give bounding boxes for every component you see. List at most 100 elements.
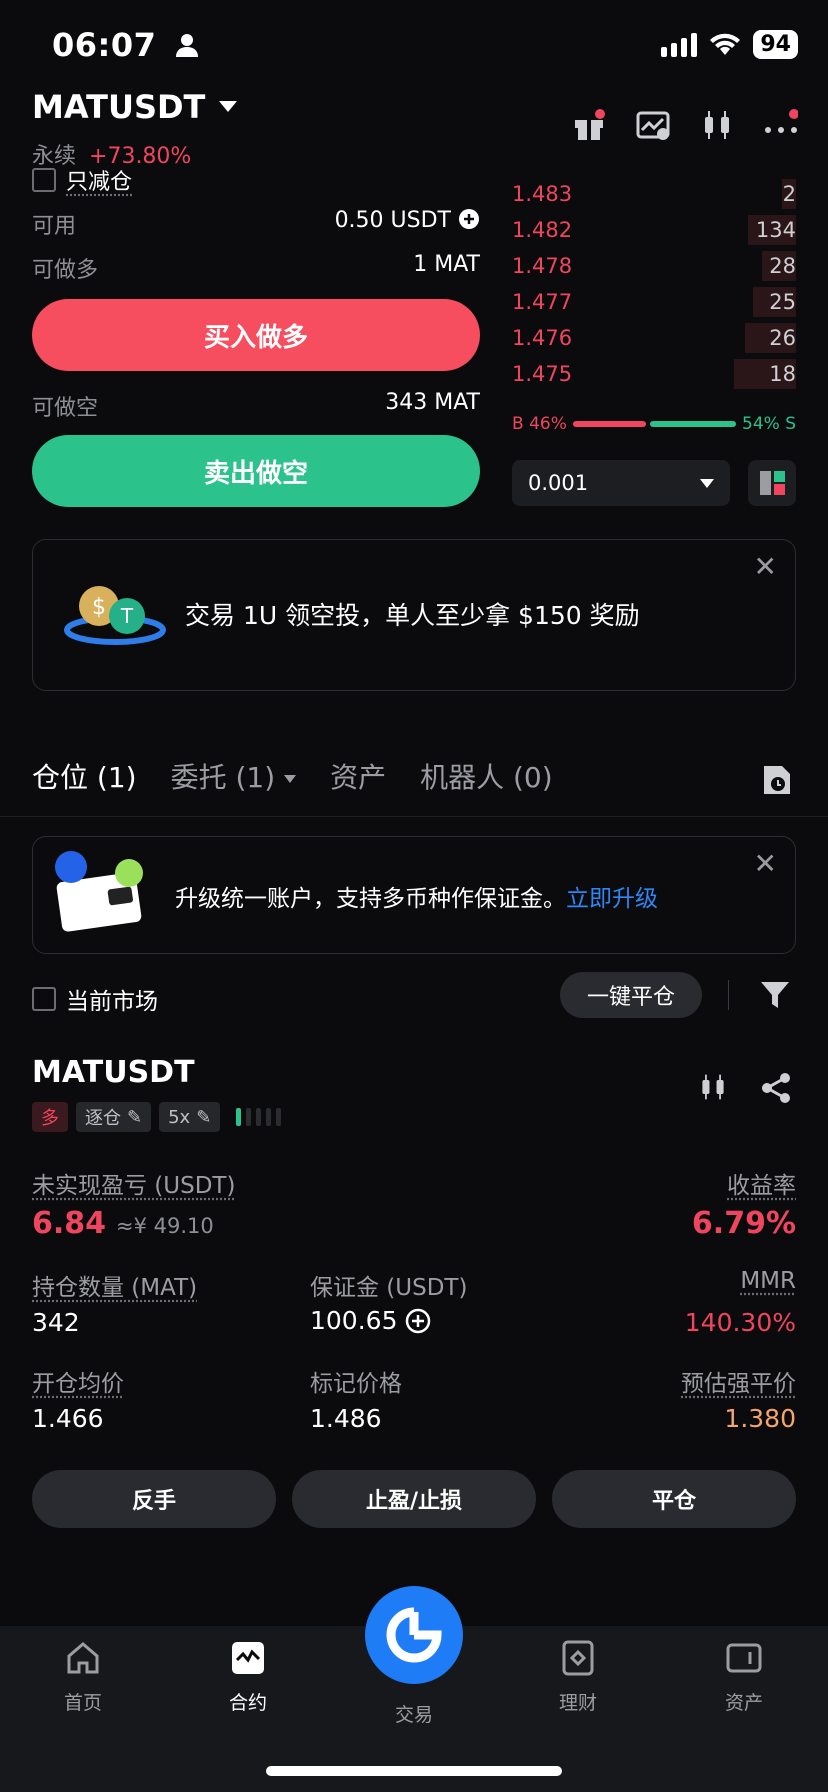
caret-down-icon [700, 478, 714, 488]
risk-level-icon [236, 1108, 282, 1126]
promo-banner[interactable]: $ T 交易 1U 领空投，单人至少拿 $150 奖励 ✕ [32, 539, 796, 691]
battery-indicator: 94 [753, 30, 798, 59]
edit-icon: ✎ [196, 1106, 212, 1128]
side-badge: 多 [32, 1102, 68, 1132]
entry-value: 1.466 [32, 1404, 104, 1433]
tab-positions[interactable]: 仓位 (1) [32, 756, 137, 796]
buy-sell-ratio: B 46% 54% S [512, 414, 796, 434]
more-icon[interactable] [764, 108, 799, 142]
orderbook-ask-row[interactable]: 1.476 26 [512, 320, 796, 356]
checkbox-box[interactable] [32, 987, 56, 1011]
size-label: 持仓数量 (MAT) [32, 1275, 198, 1301]
precision-select[interactable]: 0.001 [512, 460, 730, 506]
pair-selector[interactable]: MATUSDT [32, 88, 238, 126]
home-indicator [266, 1766, 562, 1776]
tab-orders[interactable]: 委托 (1) [171, 756, 297, 796]
leverage-tag[interactable]: 5x ✎ [159, 1102, 221, 1132]
available-value: 0.50 USDT [334, 208, 451, 233]
orderbook-layout-button[interactable] [748, 460, 796, 506]
nav-assets[interactable]: 资产 [684, 1640, 804, 1715]
sell-short-button[interactable]: 卖出做空 [32, 435, 480, 507]
upgrade-banner[interactable]: 升级统一账户，支持多币种作保证金。立即升级 ✕ [32, 836, 796, 954]
plus-circle-icon[interactable] [458, 208, 480, 230]
pnl-value: 6.84 [32, 1206, 107, 1241]
futures-icon [232, 1642, 264, 1674]
chart-check-icon[interactable] [636, 108, 670, 142]
status-indicators: 94 [661, 30, 798, 59]
position-tags: 多 逐仓 ✎ 5x ✎ [32, 1102, 282, 1132]
close-icon[interactable]: ✕ [754, 847, 777, 880]
current-market-checkbox[interactable]: 当前市场 [32, 982, 158, 1016]
reduce-only-checkbox[interactable]: 只减仓 [32, 164, 132, 196]
pnl-label: 未实现盈亏 (USDT) [32, 1173, 236, 1199]
margin-value-group: 100.65 [310, 1306, 431, 1335]
gift-icon[interactable] [572, 108, 606, 142]
coins-icon: $ T [64, 586, 166, 645]
available-row: 可用 0.50 USDT [32, 208, 480, 240]
ask-price: 1.482 [512, 218, 573, 242]
upgrade-text: 升级统一账户，支持多币种作保证金。立即升级 [175, 886, 658, 912]
wallet-promo-icon [55, 851, 143, 932]
orderbook-asks: 1.483 2 1.482 134 1.478 28 1.477 25 1.476 26 1.475… [512, 176, 796, 392]
nav-trade[interactable]: 交易 [354, 1700, 474, 1727]
orderbook-ask-row[interactable]: 1.482 134 [512, 212, 796, 248]
checkbox-box[interactable] [32, 168, 56, 192]
ask-price: 1.476 [512, 326, 573, 350]
close-all-button[interactable]: 一键平仓 [560, 972, 702, 1018]
orderbook-ask-row[interactable]: 1.477 25 [512, 284, 796, 320]
buy-ratio-bar [572, 421, 647, 427]
caret-down-icon [284, 775, 297, 783]
orderbook-ask-row[interactable]: 1.475 18 [512, 356, 796, 392]
tab-bots[interactable]: 机器人 (0) [420, 756, 553, 796]
wifi-icon [710, 33, 741, 55]
margin-value: 100.65 [310, 1306, 398, 1335]
nav-finance[interactable]: 理财 [518, 1640, 638, 1715]
roe-label: 收益率 [727, 1173, 796, 1199]
buy-long-button[interactable]: 买入做多 [32, 299, 480, 371]
liq-label: 预估强平价 [681, 1371, 796, 1397]
position-tabs: 仓位 (1) 委托 (1) 资产 机器人 (0) [32, 756, 553, 796]
ask-qty: 2 [782, 182, 796, 206]
ask-qty: 25 [769, 290, 796, 314]
close-position-button[interactable]: 平仓 [552, 1470, 796, 1528]
filter-icon[interactable] [760, 980, 790, 1014]
can-long-value: 1 MAT [413, 252, 480, 277]
ask-price: 1.483 [512, 182, 573, 206]
orderbook-ask-row[interactable]: 1.483 2 [512, 176, 796, 212]
svg-text:$: $ [92, 595, 106, 620]
can-short-value: 343 MAT [385, 390, 480, 415]
can-long-row: 可做多 1 MAT [32, 252, 480, 283]
trade-icon [386, 1607, 442, 1663]
ask-qty: 28 [769, 254, 796, 278]
roe-value: 6.79% [691, 1206, 796, 1241]
nav-home[interactable]: 首页 [23, 1640, 143, 1715]
mmr-label: MMR [740, 1268, 796, 1294]
person-icon [176, 34, 198, 57]
ratio-bar [572, 421, 737, 427]
edit-icon: ✎ [127, 1106, 143, 1128]
pnl-values: 6.84 ≈¥ 49.10 [32, 1206, 214, 1241]
can-short-row: 可做空 343 MAT [32, 390, 480, 421]
history-icon[interactable] [762, 764, 792, 800]
tab-assets[interactable]: 资产 [330, 756, 386, 796]
orderbook-ask-row[interactable]: 1.478 28 [512, 248, 796, 284]
reverse-button[interactable]: 反手 [32, 1470, 276, 1528]
upgrade-link[interactable]: 立即升级 [566, 886, 658, 912]
size-value: 342 [32, 1308, 80, 1337]
close-icon[interactable]: ✕ [754, 550, 777, 583]
trade-fab[interactable] [365, 1586, 463, 1684]
promo-text: 交易 1U 领空投，单人至少拿 $150 奖励 [185, 601, 640, 630]
mark-value: 1.486 [310, 1404, 382, 1433]
nav-futures[interactable]: 合约 [188, 1640, 308, 1715]
divider [728, 980, 729, 1010]
margin-mode-tag[interactable]: 逐仓 ✎ [76, 1102, 152, 1132]
ask-qty: 26 [769, 326, 796, 350]
mark-label: 标记价格 [310, 1371, 402, 1397]
candlestick-icon[interactable] [698, 1072, 728, 1106]
share-icon[interactable] [760, 1072, 792, 1108]
home-icon [67, 1642, 99, 1674]
candlestick-icon[interactable] [700, 108, 734, 142]
plus-circle-icon[interactable] [405, 1308, 431, 1334]
sell-ratio-bar [650, 421, 737, 427]
tp-sl-button[interactable]: 止盈/止损 [292, 1470, 536, 1528]
